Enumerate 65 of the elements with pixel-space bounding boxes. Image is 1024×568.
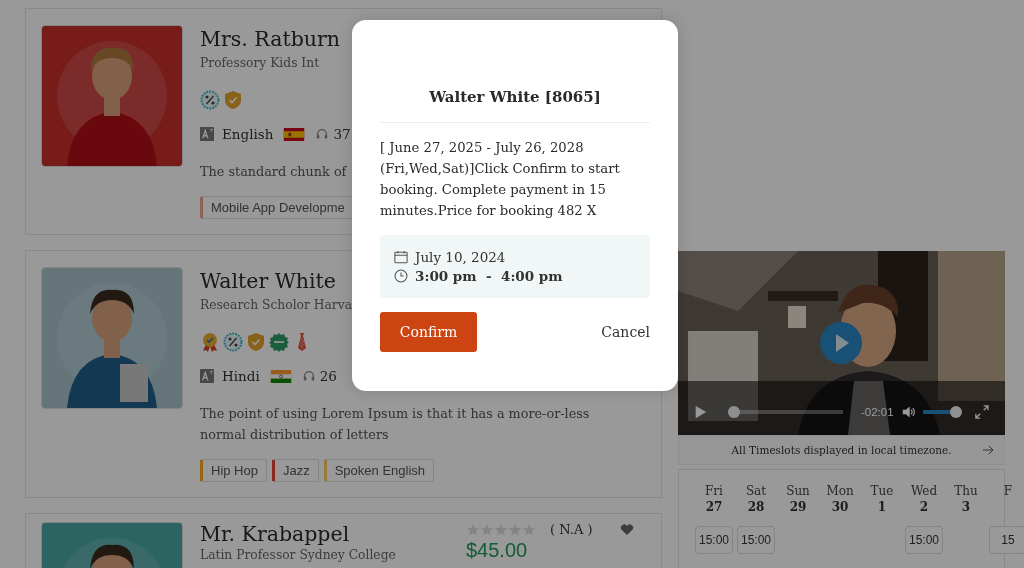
day-name: Wed (910, 484, 938, 498)
translate-icon (200, 369, 214, 383)
medal-icon (200, 332, 220, 352)
dialog-message: [ June 27, 2025 - July 26, 2028 (Fri,Wed,Sat)]Click Confirm to start booking. Complete payment in 15 minutes.Price for booking 482 X (380, 139, 621, 220)
time-slot-button[interactable]: 15:00 (737, 526, 775, 554)
tutor-name[interactable]: Mrs. Ratburn (200, 25, 341, 53)
cancel-button[interactable]: Cancel (601, 324, 650, 340)
volume-icon[interactable] (901, 405, 916, 419)
day-name: Thu (954, 484, 978, 498)
tutor-name[interactable]: Walter White (200, 267, 336, 295)
language-text: Hindi (222, 368, 260, 384)
tutor-subtitle: Research Scholor Harva (200, 297, 353, 313)
tag-label: Spoken English (334, 462, 426, 480)
booking-date: July 10, 2024 (415, 249, 506, 265)
tag-label: Hip Hop (211, 462, 258, 480)
tutor-description: The point of using Lorem Ipsum is that it has a more-or-less normal distribution of letters (200, 405, 591, 444)
day-date: 1 (877, 500, 887, 516)
play-icon[interactable] (694, 405, 708, 419)
time-slot-button[interactable]: 15 (989, 526, 1024, 554)
seal-icon (269, 332, 289, 352)
day-date: 3 (961, 500, 971, 516)
shield-icon (246, 332, 266, 352)
day-date: 30 (831, 500, 849, 516)
time-slot-button[interactable]: 15:00 (905, 526, 943, 554)
tag-label: Jazz (282, 462, 310, 480)
arrow-right-icon[interactable] (982, 445, 994, 455)
day-date: 28 (747, 500, 765, 516)
language-text: English (222, 126, 274, 142)
video-time: -02:01 (860, 406, 894, 418)
tag-label: Mobile App Developme (211, 199, 345, 217)
clock-icon (394, 269, 408, 283)
time-slot-button[interactable]: 15:00 (695, 526, 733, 554)
session-count: 37 (333, 126, 351, 142)
day-name: Mon (826, 484, 854, 498)
fullscreen-icon[interactable] (975, 405, 989, 419)
flag-icon (269, 369, 292, 383)
day-name: F (1003, 484, 1013, 498)
heart-icon[interactable] (620, 523, 635, 536)
day-name: Sat (745, 484, 767, 498)
tutor-subtitle: Professory Kids Int (200, 55, 320, 71)
percent-badge-icon (223, 332, 243, 352)
percent-badge-icon (200, 90, 220, 110)
dialog-title: Walter White [8065] (428, 88, 602, 106)
day-date: 27 (705, 500, 723, 516)
timezone-note: All Timeslots displayed in local timezone. (731, 444, 952, 456)
tutor-name[interactable]: Mr. Krabappel (200, 522, 350, 546)
headset-icon (301, 369, 316, 383)
day-date: 29 (789, 500, 807, 516)
translate-icon (200, 127, 214, 141)
day-name: Tue (870, 484, 894, 498)
rating-text: ( N.A ) (550, 522, 593, 537)
day-name: Sun (786, 484, 810, 498)
headset-icon (315, 127, 330, 141)
flag-icon (283, 127, 306, 141)
tutor-subtitle: Latin Professor Sydney College (200, 547, 396, 563)
confirm-button[interactable]: Confirm (380, 312, 477, 352)
shield-icon (223, 90, 243, 110)
session-count: 26 (319, 368, 337, 384)
booking-time: 3:00 pm - 4:00 pm (415, 268, 563, 284)
tutor-description: The standard chunk of (200, 163, 347, 181)
day-date: 2 (919, 500, 929, 516)
play-button[interactable] (820, 322, 862, 364)
day-name: Fri (705, 484, 723, 498)
price: $45.00 (466, 539, 529, 561)
calendar-icon (394, 250, 408, 264)
